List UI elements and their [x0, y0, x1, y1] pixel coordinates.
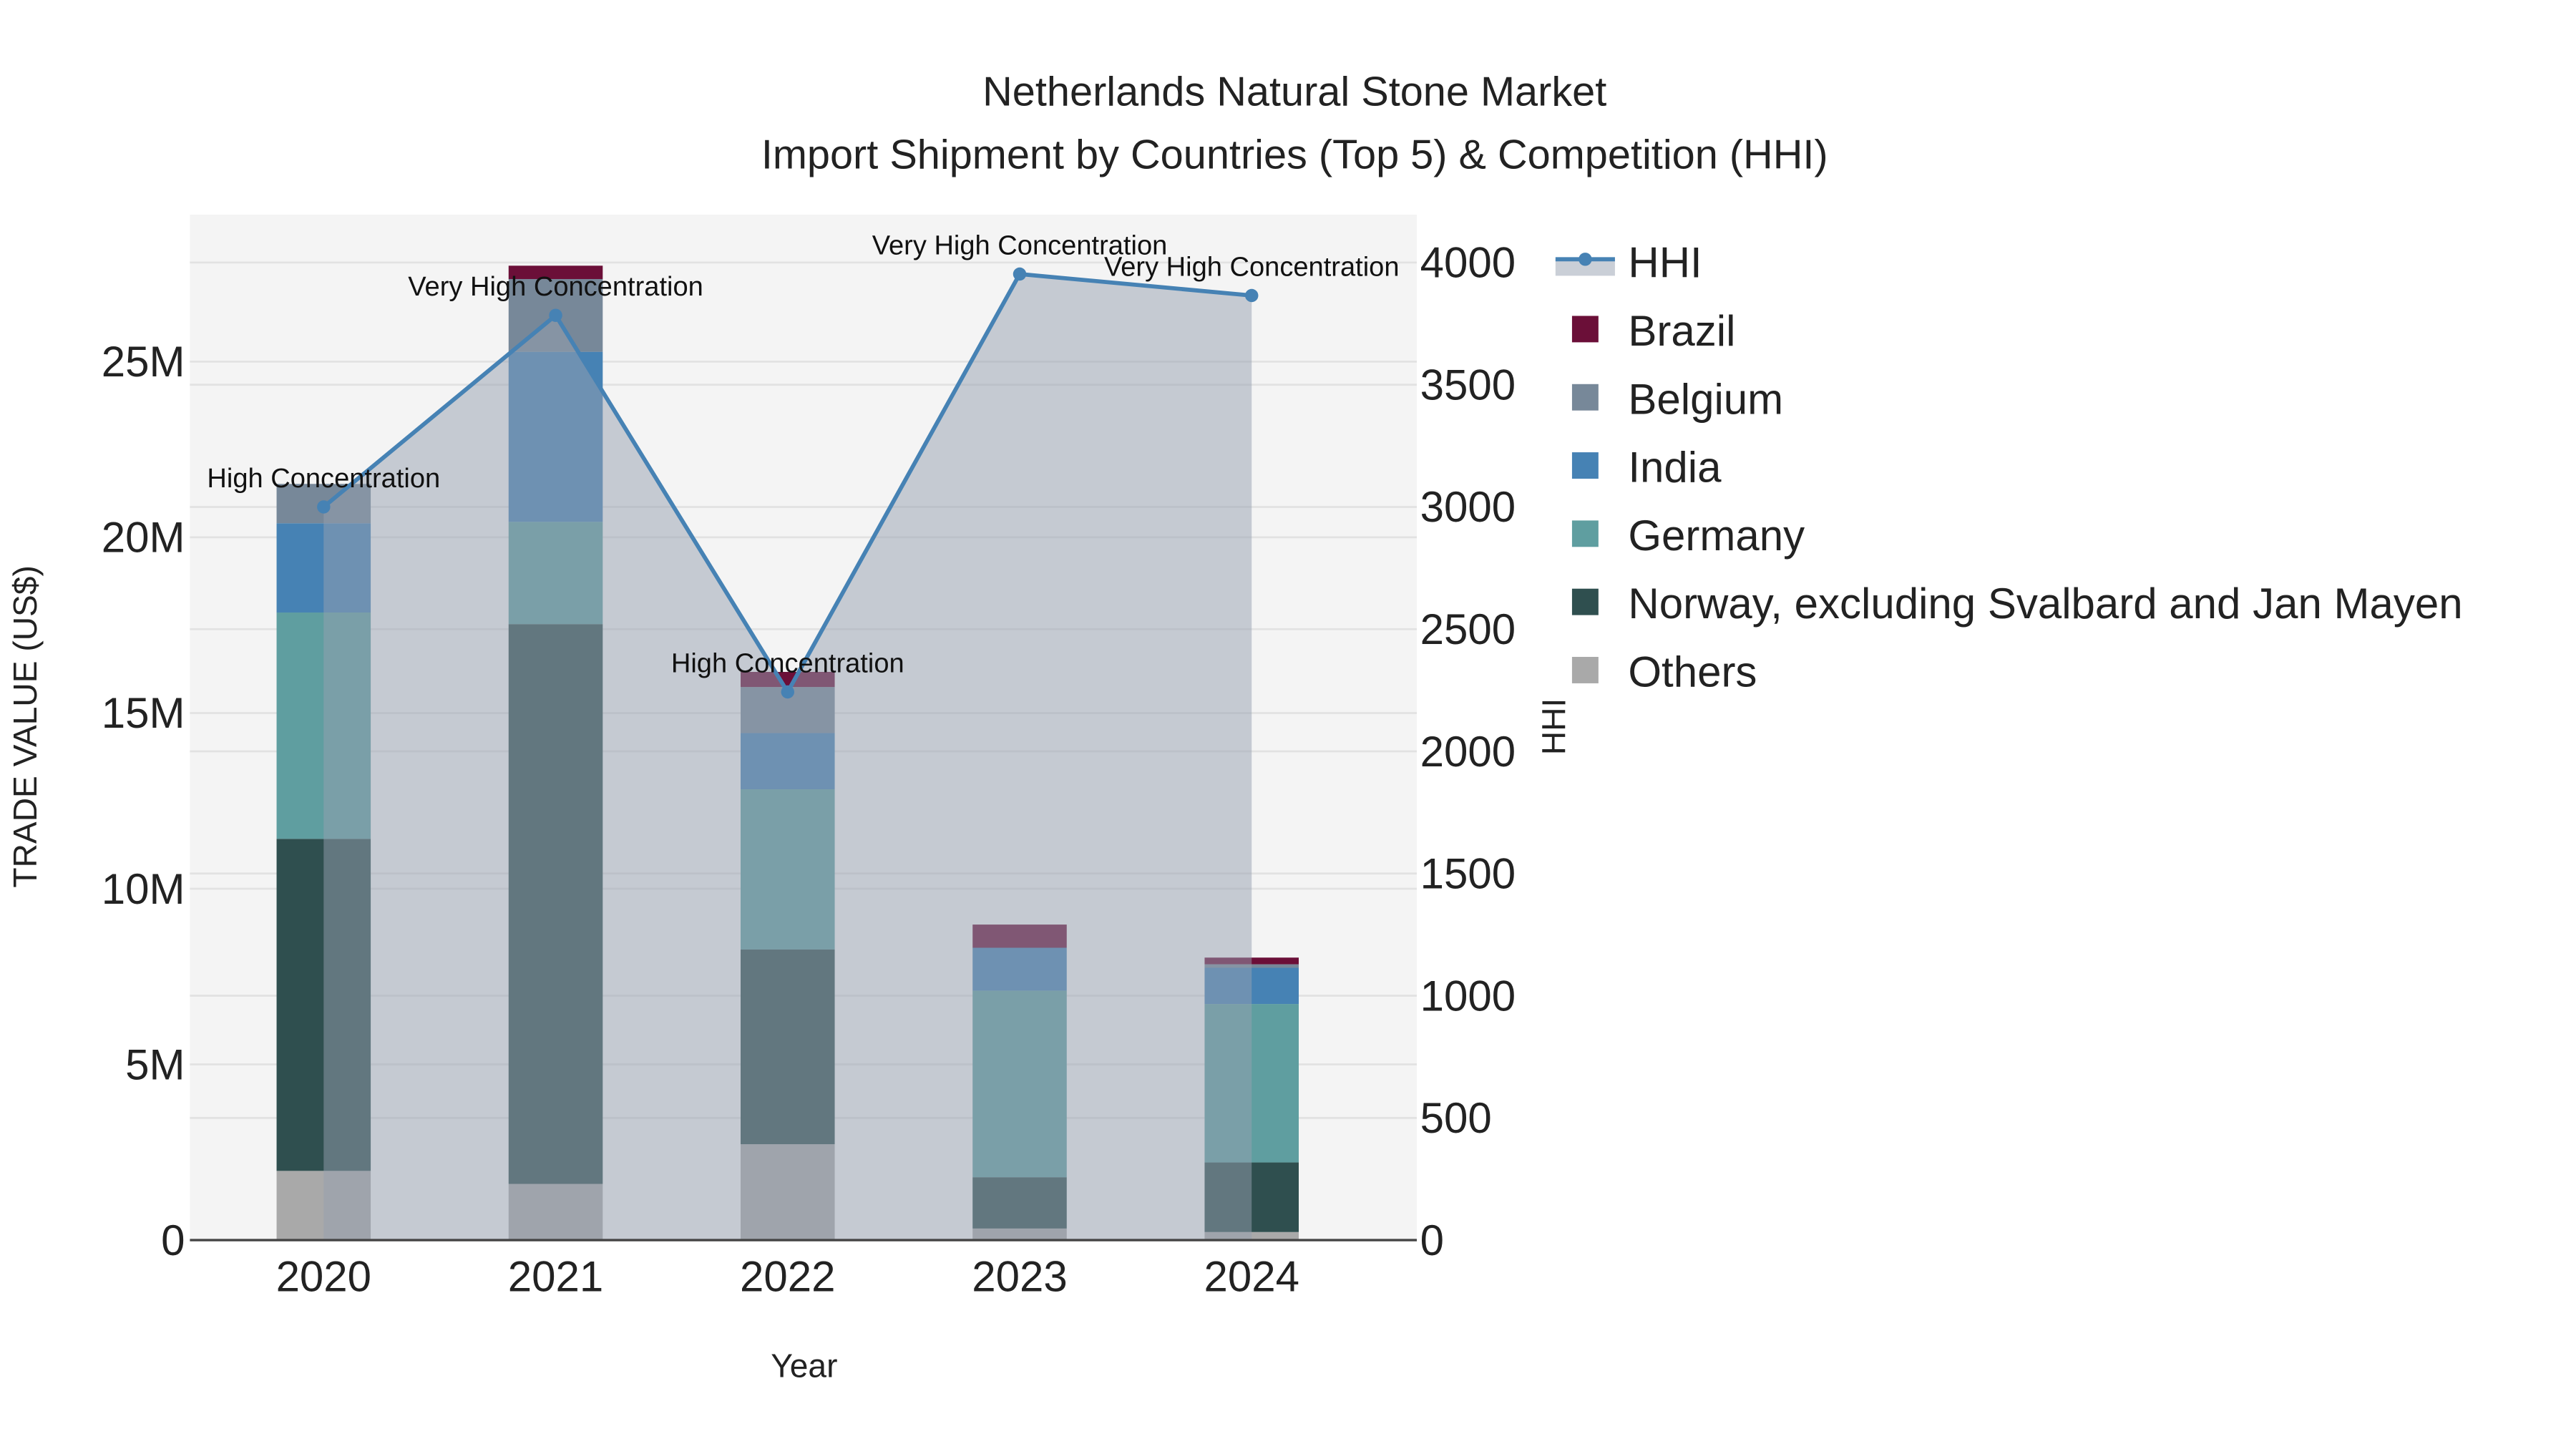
- y-tick-label: 5M: [125, 1040, 185, 1088]
- y2-tick-label: 500: [1420, 1094, 1492, 1142]
- y-tick-label: 20M: [102, 514, 185, 562]
- y-tick-label: 0: [161, 1216, 185, 1264]
- y2-tick-label: 0: [1420, 1216, 1444, 1264]
- legend-label: Norway, excluding Svalbard and Jan Mayen: [1628, 580, 2462, 628]
- hhi-point[interactable]: [1013, 267, 1027, 281]
- legend-label: HHI: [1628, 239, 1702, 287]
- legend-item[interactable]: Brazil: [1571, 307, 1735, 355]
- hhi-annotation: Very High Concentration: [408, 272, 703, 302]
- legend-swatch: [1571, 316, 1599, 343]
- y-tick-label: 25M: [102, 338, 185, 386]
- y-tick-label: 15M: [102, 689, 185, 737]
- y2-tick-label: 2000: [1420, 728, 1516, 776]
- legend-label: Brazil: [1628, 307, 1735, 355]
- legend: HHI Brazil Belgium India Germany Norway, excl…: [1555, 239, 2463, 696]
- x-tick-label: 2023: [972, 1253, 1067, 1301]
- legend-swatch: [1571, 452, 1599, 479]
- x-tick-label: 2024: [1204, 1253, 1299, 1301]
- legend-item[interactable]: Others: [1571, 648, 1757, 696]
- y2-tick-label: 4000: [1420, 239, 1516, 287]
- legend-swatch: [1571, 520, 1599, 547]
- legend-item[interactable]: Germany: [1571, 512, 1805, 560]
- chart-title: Netherlands Natural Stone Market: [982, 69, 1606, 115]
- legend-label: Belgium: [1628, 375, 1783, 423]
- legend-label: Others: [1628, 648, 1757, 696]
- hhi-point[interactable]: [781, 685, 794, 699]
- legend-label: India: [1628, 444, 1722, 492]
- y2-tick-label: 1500: [1420, 850, 1516, 898]
- legend-item[interactable]: HHI: [1555, 239, 1702, 287]
- legend-swatch: [1571, 588, 1599, 615]
- hhi-point[interactable]: [549, 308, 562, 322]
- legend-swatch: [1571, 657, 1599, 683]
- legend-swatch-marker: [1579, 253, 1592, 266]
- y-axis-label: TRADE VALUE (US$): [6, 565, 44, 887]
- y-tick-label: 10M: [102, 865, 185, 913]
- legend-item[interactable]: India: [1571, 444, 1722, 492]
- hhi-annotation: High Concentration: [207, 464, 440, 494]
- y2-axis-label: HHI: [1536, 698, 1573, 755]
- x-axis-label: Year: [771, 1347, 837, 1385]
- hhi-annotation: Very High Concentration: [1104, 252, 1400, 282]
- y2-tick-label: 3500: [1420, 361, 1516, 409]
- chart: Netherlands Natural Stone Market Import …: [6, 69, 2463, 1385]
- y2-tick-label: 2500: [1420, 605, 1516, 653]
- x-tick-label: 2021: [508, 1253, 603, 1301]
- x-tick-label: 2020: [276, 1253, 371, 1301]
- hhi-annotation: High Concentration: [671, 648, 904, 678]
- y2-tick-label: 1000: [1420, 972, 1516, 1020]
- y2-tick-label: 3000: [1420, 483, 1516, 531]
- legend-item[interactable]: Belgium: [1571, 375, 1783, 423]
- x-tick-label: 2022: [740, 1253, 835, 1301]
- hhi-point[interactable]: [317, 500, 331, 514]
- legend-item[interactable]: Norway, excluding Svalbard and Jan Mayen: [1571, 580, 2463, 628]
- legend-label: Germany: [1628, 512, 1805, 560]
- chart-subtitle: Import Shipment by Countries (Top 5) & C…: [761, 132, 1828, 177]
- legend-swatch: [1571, 384, 1599, 411]
- hhi-point[interactable]: [1245, 288, 1259, 303]
